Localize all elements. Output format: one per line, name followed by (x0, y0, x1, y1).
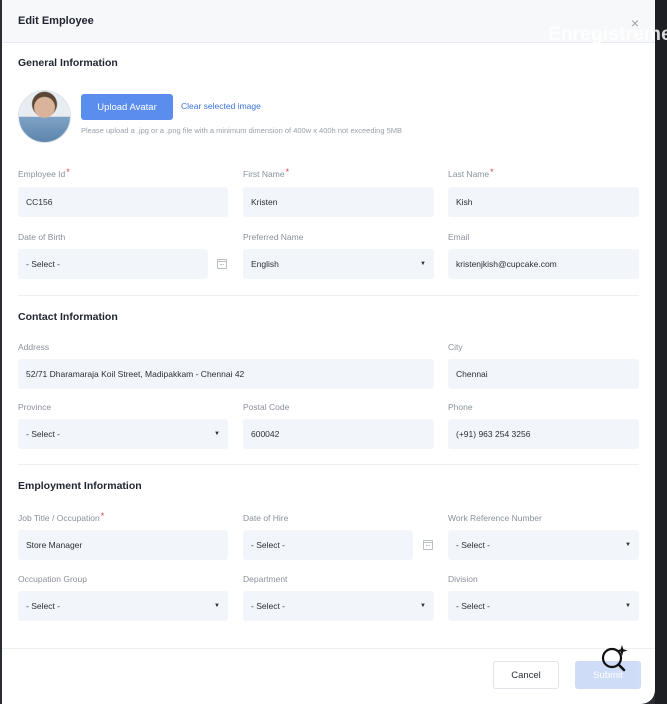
section-title-general: General Information (18, 57, 118, 69)
chevron-down-icon: ▼ (214, 431, 220, 437)
chevron-down-icon: ▼ (214, 603, 220, 609)
job-title-label: Job Title / Occupation* (18, 511, 105, 523)
date-of-hire-label: Date of Hire (243, 513, 289, 523)
cancel-button[interactable]: Cancel (493, 661, 559, 689)
province-select[interactable]: - Select - ▼ (18, 419, 228, 449)
city-label: City (448, 342, 463, 352)
occupation-group-label: Occupation Group (18, 574, 87, 584)
email-field[interactable]: kristenjkish@cupcake.com (448, 249, 639, 279)
first-name-label: First Name* (243, 167, 290, 179)
avatar (18, 90, 71, 143)
section-title-employment: Employment Information (18, 480, 142, 492)
preferred-name-select[interactable]: English ▼ (243, 249, 434, 279)
employee-id-field[interactable]: CC156 (18, 187, 228, 217)
department-label: Department (243, 574, 288, 584)
postal-code-label: Postal Code (243, 402, 290, 412)
employee-id-label: Employee Id* (18, 167, 70, 179)
department-select[interactable]: - Select - ▼ (243, 591, 434, 621)
email-label: Email (448, 232, 470, 242)
section-title-contact: Contact Information (18, 311, 118, 323)
address-field[interactable]: 52/71 Dharamaraja Koil Street, Madipakka… (18, 359, 434, 389)
calendar-icon[interactable] (217, 259, 227, 269)
required-marker: * (285, 167, 290, 177)
upload-avatar-button[interactable]: Upload Avatar (81, 94, 173, 120)
postal-code-field[interactable]: 600042 (243, 419, 434, 449)
footer-divider (2, 648, 655, 649)
first-name-field[interactable]: Kristen (243, 187, 434, 217)
chevron-down-icon: ▼ (420, 261, 426, 267)
job-title-field[interactable]: Store Manager (18, 530, 228, 560)
clear-image-link[interactable]: Clear selected image (181, 101, 261, 111)
required-marker: * (66, 167, 70, 177)
province-label: Province (18, 402, 52, 412)
last-name-field[interactable]: Kish (448, 187, 639, 217)
phone-field[interactable]: (+91) 963 254 3256 (448, 419, 639, 449)
recording-watermark: Enregistreme (548, 24, 667, 45)
occupation-group-select[interactable]: - Select - ▼ (18, 591, 228, 621)
dob-field[interactable]: - Select - (18, 249, 208, 279)
address-label: Address (18, 342, 50, 352)
phone-label: Phone (448, 402, 473, 412)
edit-employee-modal: Edit Employee × General Information Uplo… (2, 0, 655, 704)
division-label: Division (448, 574, 478, 584)
date-of-hire-field[interactable]: - Select - (243, 530, 413, 560)
division-select[interactable]: - Select - ▼ (448, 591, 639, 621)
dob-label: Date of Birth (18, 232, 66, 242)
section-divider (18, 464, 639, 465)
chevron-down-icon: ▼ (625, 542, 631, 548)
work-ref-label: Work Reference Number (448, 513, 542, 523)
chevron-down-icon: ▼ (420, 603, 426, 609)
city-field[interactable]: Chennai (448, 359, 639, 389)
preferred-name-label: Preferred Name (243, 232, 304, 242)
required-marker: * (490, 167, 494, 177)
last-name-label: Last Name* (448, 167, 494, 179)
calendar-icon[interactable] (423, 540, 433, 550)
chevron-down-icon: ▼ (625, 603, 631, 609)
required-marker: * (100, 511, 105, 521)
modal-title: Edit Employee (18, 15, 94, 27)
section-divider (18, 295, 639, 296)
backdrop (655, 0, 667, 704)
sparkle-search-icon[interactable] (598, 643, 632, 673)
work-ref-select[interactable]: - Select - ▼ (448, 530, 639, 560)
upload-hint: Please upload a .jpg or a .png file with… (81, 126, 403, 135)
